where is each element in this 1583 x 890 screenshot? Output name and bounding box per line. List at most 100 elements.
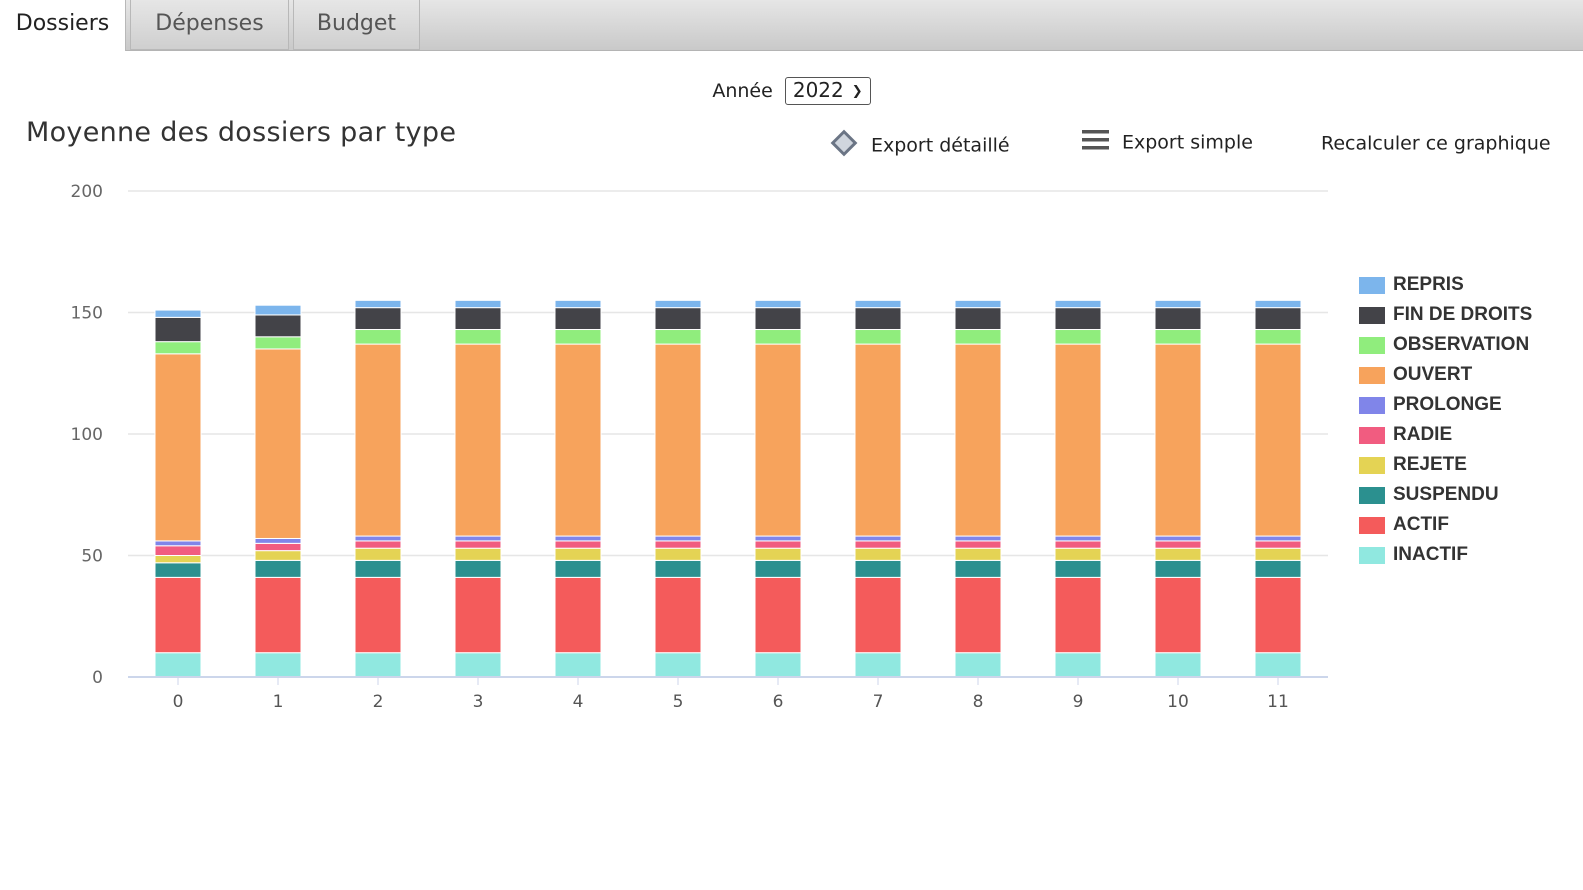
bar-segment — [654, 329, 702, 345]
legend-label: RADIE — [1393, 424, 1453, 445]
bar-segment — [454, 547, 502, 561]
bar-segment — [1154, 299, 1202, 309]
bar-segment — [454, 343, 502, 537]
bar-segment — [254, 348, 302, 539]
y-tick-label: 150 — [71, 304, 103, 324]
bar-segment — [254, 652, 302, 678]
legend-label: ACTIF — [1393, 514, 1449, 535]
legend-swatch — [1359, 456, 1385, 474]
legend-item[interactable]: OUVERT — [1359, 360, 1532, 390]
legend-swatch — [1359, 546, 1385, 564]
legend-item[interactable]: INACTIF — [1359, 540, 1532, 570]
bar-segment — [954, 547, 1002, 561]
bar-segment — [354, 547, 402, 561]
bar-segment — [754, 540, 802, 549]
legend-item[interactable]: RADIE — [1359, 420, 1532, 450]
bar-segment — [1154, 343, 1202, 537]
legend-item[interactable]: REPRIS — [1359, 270, 1532, 300]
bar-segment — [954, 559, 1002, 578]
bar-segment — [1054, 540, 1102, 549]
bar-segment — [354, 652, 402, 678]
bar-segment — [654, 576, 702, 654]
bar-segment — [1254, 307, 1302, 331]
bar-segment — [1054, 576, 1102, 654]
legend-item[interactable]: ACTIF — [1359, 510, 1532, 540]
bar-segment — [154, 555, 202, 564]
legend-label: REJETE — [1393, 454, 1467, 475]
x-tick-label: 0 — [173, 692, 184, 712]
stacked-bar-chart: 0 50 100 150 200 0 1 2 3 4 5 6 7 8 9 10 11 — [71, 182, 1328, 712]
bar-segment — [354, 535, 402, 542]
bar-segment — [854, 343, 902, 537]
bar-segment — [654, 652, 702, 678]
x-tick-label: 4 — [573, 692, 584, 712]
legend-label: INACTIF — [1393, 544, 1468, 565]
legend-item[interactable]: SUSPENDU — [1359, 480, 1532, 510]
y-tick-label: 50 — [81, 547, 103, 567]
x-tick-label: 2 — [373, 692, 384, 712]
legend-item[interactable]: PROLONGE — [1359, 390, 1532, 420]
legend-swatch — [1359, 276, 1385, 294]
bar-segment — [254, 314, 302, 338]
bar-segment — [1054, 547, 1102, 561]
legend-item[interactable]: OBSERVATION — [1359, 330, 1532, 360]
x-tick-label: 7 — [873, 692, 884, 712]
bar-segment — [1154, 329, 1202, 345]
bar-segment — [1054, 307, 1102, 331]
bar-segment — [154, 540, 202, 547]
bar-segment — [1054, 343, 1102, 537]
bar-segment — [854, 547, 902, 561]
bar-segment — [254, 559, 302, 578]
legend-item[interactable]: REJETE — [1359, 450, 1532, 480]
bar-segment — [454, 652, 502, 678]
bar-segment — [1254, 343, 1302, 537]
bar-segment — [454, 576, 502, 654]
y-tick-label: 200 — [71, 182, 103, 202]
bar-segment — [254, 576, 302, 654]
bar-segment — [354, 343, 402, 537]
bar-segment — [954, 652, 1002, 678]
bar-segment — [954, 540, 1002, 549]
bar-segment — [554, 343, 602, 537]
bar-segment — [654, 343, 702, 537]
bar-segment — [254, 537, 302, 544]
bar-segment — [854, 652, 902, 678]
bar-segment — [1054, 329, 1102, 345]
legend-swatch — [1359, 336, 1385, 354]
legend-item[interactable]: FIN DE DROITS — [1359, 300, 1532, 330]
bar-segment — [854, 576, 902, 654]
chart-legend: REPRIS FIN DE DROITS OBSERVATION OUVERT PROL… — [1359, 270, 1532, 570]
legend-swatch — [1359, 306, 1385, 324]
legend-swatch — [1359, 396, 1385, 414]
legend-label: REPRIS — [1393, 274, 1464, 295]
bar-segment — [654, 540, 702, 549]
bar-segment — [154, 576, 202, 654]
bar-segment — [1154, 540, 1202, 549]
bar-segment — [754, 329, 802, 345]
bar-segment — [954, 299, 1002, 309]
bar-segment — [654, 307, 702, 331]
bar-segment — [454, 535, 502, 542]
bar-segment — [754, 299, 802, 309]
bar-segment — [554, 299, 602, 309]
bar-segment — [754, 576, 802, 654]
bar-segment — [154, 545, 202, 557]
legend-label: FIN DE DROITS — [1393, 304, 1533, 325]
bar-segment — [354, 540, 402, 549]
bar-segment — [1254, 540, 1302, 549]
bar-segment — [454, 540, 502, 549]
bar-segment — [354, 576, 402, 654]
x-tick-label: 1 — [273, 692, 284, 712]
bar-segment — [854, 540, 902, 549]
bar-segment — [1154, 559, 1202, 578]
bar-segment — [754, 343, 802, 537]
bar-segment — [354, 559, 402, 578]
legend-swatch — [1359, 426, 1385, 444]
bar-segment — [154, 316, 202, 343]
bar-segment — [1054, 299, 1102, 309]
bar-segment — [154, 562, 202, 578]
bar-segment — [254, 336, 302, 350]
x-tick-label: 5 — [673, 692, 684, 712]
bar-segment — [154, 353, 202, 542]
bar-segment — [454, 299, 502, 309]
